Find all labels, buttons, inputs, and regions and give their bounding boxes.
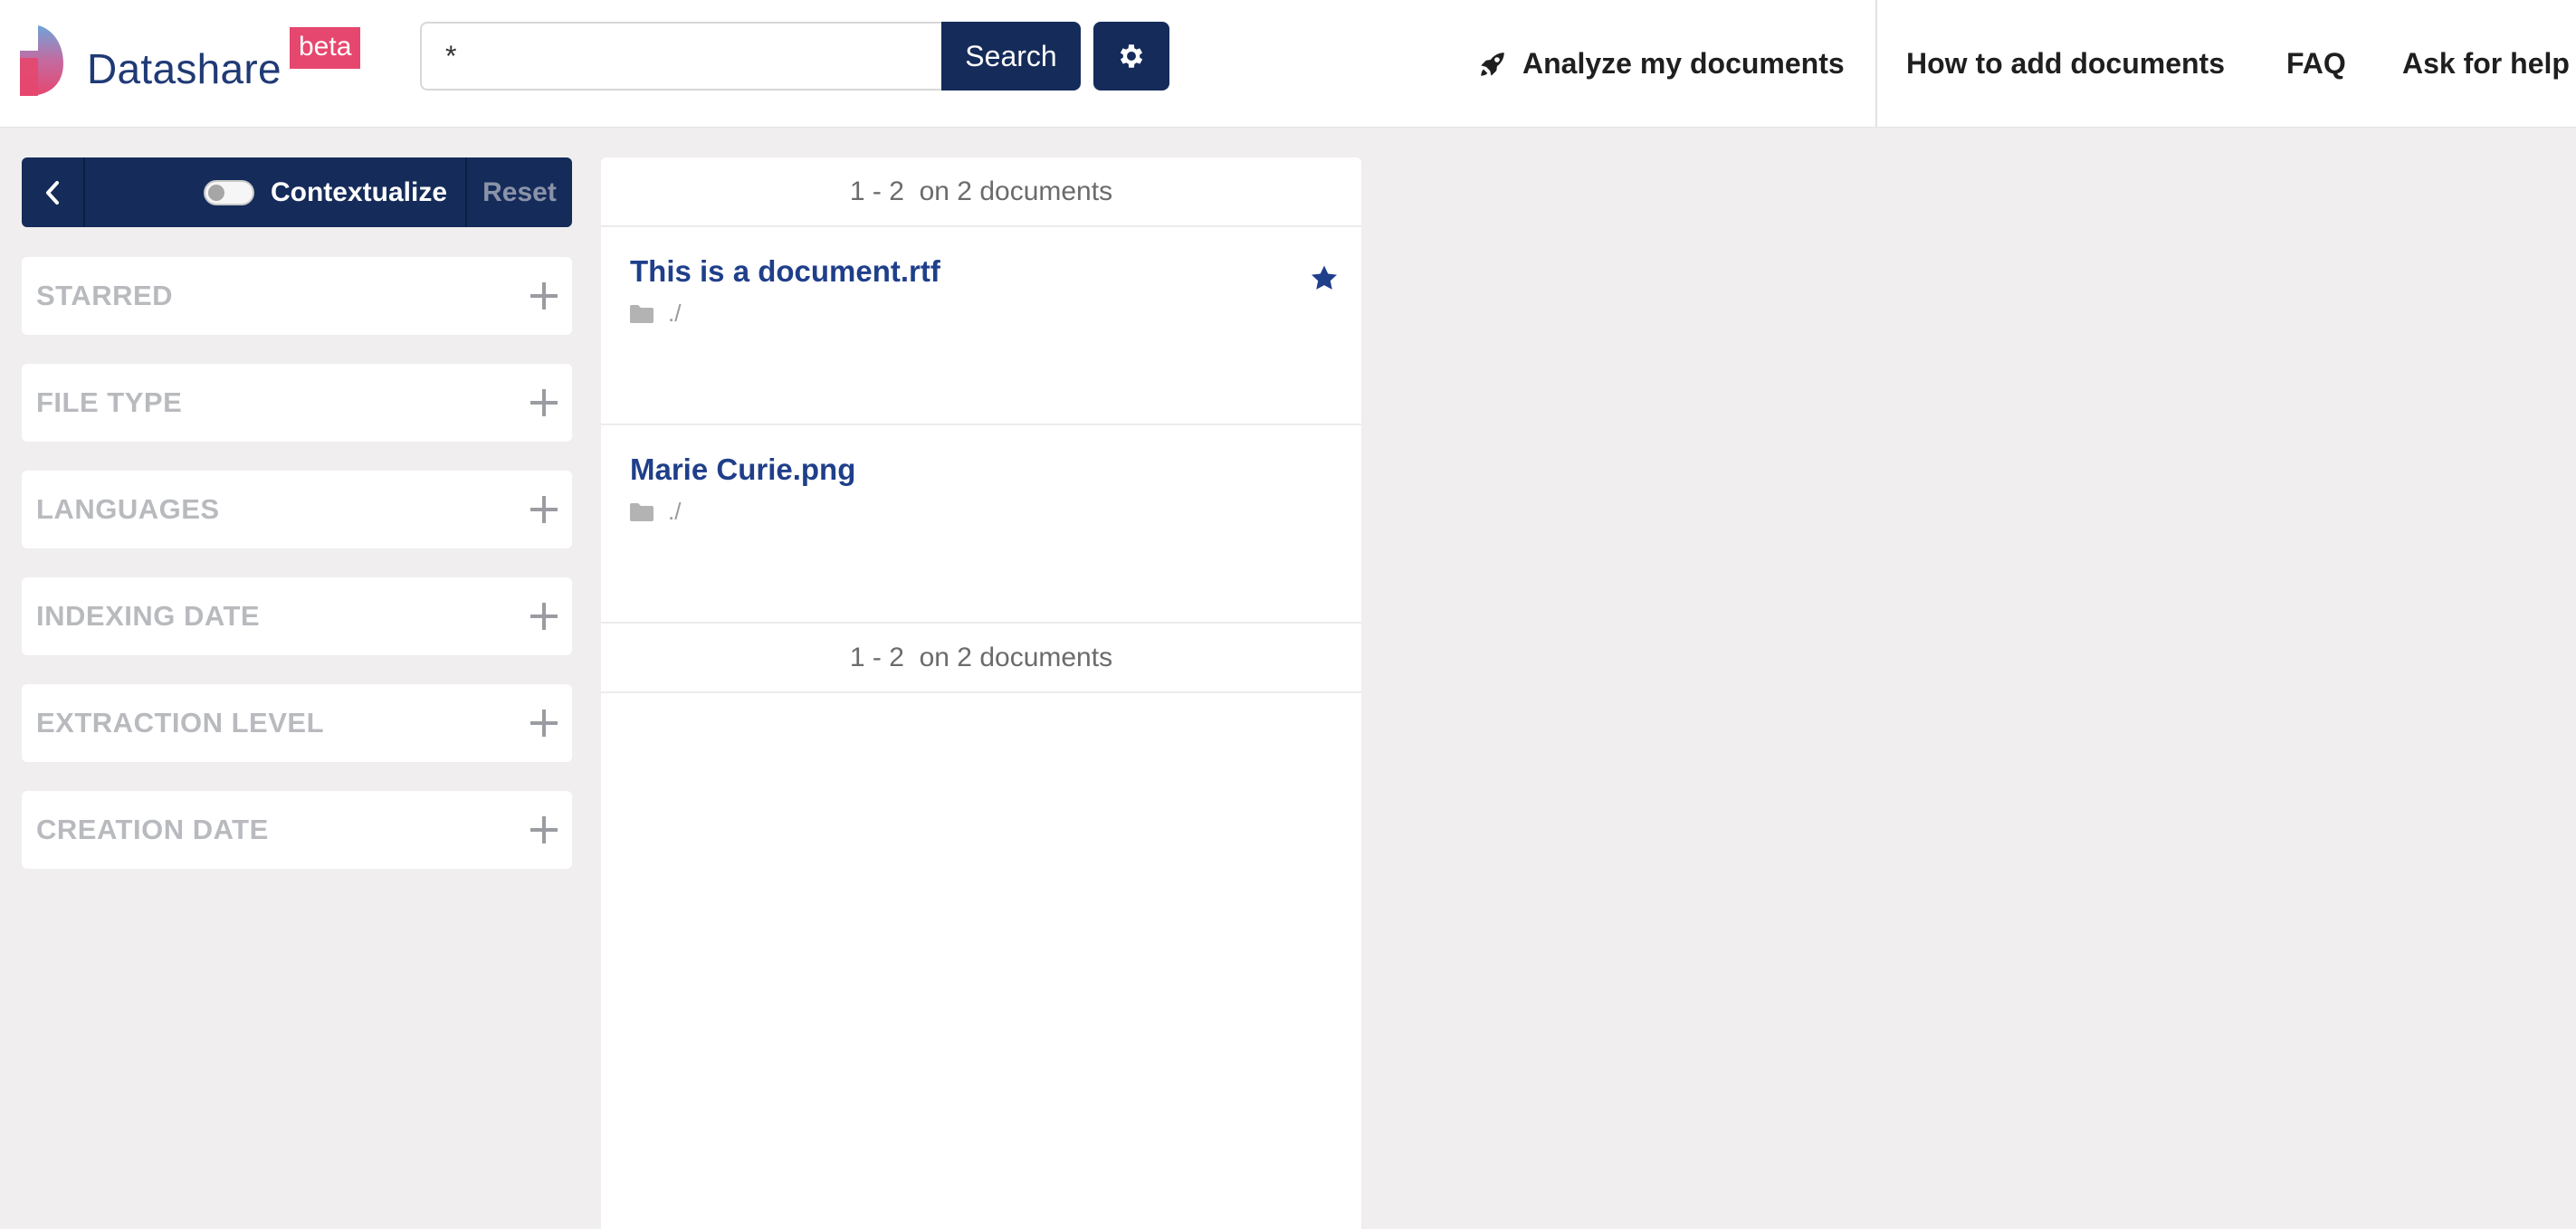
document-item[interactable]: Marie Curie.png ./ xyxy=(601,425,1361,624)
nav-faq-label: FAQ xyxy=(2286,47,2346,80)
nav-how-to-add-label: How to add documents xyxy=(1906,47,2225,80)
filter-label: CREATION DATE xyxy=(36,814,269,845)
folder-icon xyxy=(630,304,654,323)
filter-creation-date[interactable]: CREATION DATE xyxy=(22,791,572,869)
filter-label: FILE TYPE xyxy=(36,386,183,418)
pagination-bottom: 1 - 2 on 2 documents xyxy=(601,624,1361,693)
plus-icon[interactable] xyxy=(530,603,558,630)
nav-ask-for-help[interactable]: Ask for help xyxy=(2402,0,2570,128)
plus-icon[interactable] xyxy=(530,282,558,310)
document-path-text: ./ xyxy=(668,498,682,525)
nav-analyze-label: Analyze my documents xyxy=(1522,47,1845,80)
gear-icon xyxy=(1120,44,1143,68)
nav-divider xyxy=(1875,0,1877,128)
contextualize-toggle[interactable]: Contextualize xyxy=(85,157,467,227)
document-path: ./ xyxy=(630,300,1332,328)
search-button[interactable]: Search xyxy=(941,22,1081,91)
app-header: Datashare beta Search Analyze my documen… xyxy=(0,0,2576,128)
document-title[interactable]: Marie Curie.png xyxy=(630,453,1332,487)
document-path-text: ./ xyxy=(668,300,682,327)
reset-filters-button[interactable]: Reset xyxy=(467,157,572,227)
plus-icon[interactable] xyxy=(530,389,558,416)
search-bar: Search xyxy=(420,22,1081,91)
filter-languages[interactable]: LANGUAGES xyxy=(22,471,572,548)
document-title[interactable]: This is a document.rtf xyxy=(630,254,1332,289)
filters-toolbar: Contextualize Reset xyxy=(22,157,572,227)
chevron-left-icon xyxy=(46,180,59,205)
plus-icon[interactable] xyxy=(530,710,558,737)
filter-label: STARRED xyxy=(36,280,174,311)
nav-how-to-add[interactable]: How to add documents xyxy=(1906,0,2225,128)
filter-extraction-level[interactable]: EXTRACTION LEVEL xyxy=(22,684,572,762)
filter-file-type[interactable]: FILE TYPE xyxy=(22,364,572,442)
rocket-icon xyxy=(1481,52,1504,76)
filter-indexing-date[interactable]: INDEXING DATE xyxy=(22,577,572,655)
nav-ask-for-help-label: Ask for help xyxy=(2402,47,2570,80)
filter-label: EXTRACTION LEVEL xyxy=(36,707,325,738)
pagination-top: 1 - 2 on 2 documents xyxy=(601,157,1361,227)
filter-starred[interactable]: STARRED xyxy=(22,257,572,335)
filter-label: INDEXING DATE xyxy=(36,600,261,632)
document-path: ./ xyxy=(630,498,1332,526)
nav-faq[interactable]: FAQ xyxy=(2286,0,2346,128)
search-settings-button[interactable] xyxy=(1093,22,1169,91)
collapse-filters-button[interactable] xyxy=(22,157,85,227)
search-input[interactable] xyxy=(420,22,941,91)
brand-name: Datashare xyxy=(87,45,281,92)
filter-label: LANGUAGES xyxy=(36,493,220,525)
folder-icon xyxy=(630,502,654,521)
document-item[interactable]: This is a document.rtf ./ xyxy=(601,227,1361,425)
toggle-switch[interactable] xyxy=(203,179,254,205)
plus-icon[interactable] xyxy=(530,496,558,523)
brand[interactable]: Datashare beta xyxy=(20,24,361,100)
reset-label: Reset xyxy=(482,176,557,207)
plus-icon[interactable] xyxy=(530,816,558,843)
contextualize-label: Contextualize xyxy=(270,176,447,207)
star-icon[interactable] xyxy=(1309,263,1340,294)
results-list: 1 - 2 on 2 documents This is a document.… xyxy=(601,157,1361,1229)
datashare-logo xyxy=(20,25,63,96)
beta-badge: beta xyxy=(290,27,361,69)
nav-analyze[interactable]: Analyze my documents xyxy=(1477,0,1845,128)
